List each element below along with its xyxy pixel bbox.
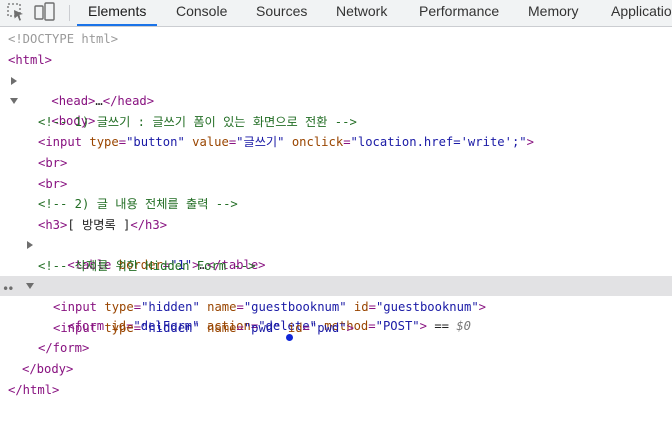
- attr-name: type: [104, 300, 134, 314]
- doctype-text: <!DOCTYPE html>: [8, 32, 119, 46]
- attr-name: onclick: [291, 135, 344, 149]
- dom-node-head[interactable]: <head>…</head>: [0, 71, 672, 108]
- attr-name: name: [207, 321, 237, 335]
- tag-close: >: [478, 300, 487, 314]
- form-close-tag: </form>: [38, 341, 90, 355]
- dom-node-form-selected[interactable]: •• <form id="delForm" action="delete" me…: [0, 276, 672, 333]
- input-open-tag: <input: [53, 300, 98, 314]
- tag-close: >: [346, 321, 354, 335]
- tag-close: >: [526, 135, 534, 149]
- tab-network[interactable]: Network: [336, 0, 387, 26]
- dom-node-comment-3[interactable]: <!-- 삭제를 위한 Hidden Form -->: [0, 256, 672, 276]
- collapse-arrow-icon[interactable]: [10, 98, 18, 104]
- attr-value: "guestbooknum": [243, 300, 347, 314]
- input-open-tag: <input: [38, 135, 83, 149]
- attr-name: value: [192, 135, 229, 149]
- tab-console[interactable]: Console: [176, 0, 227, 26]
- dom-node-input-hidden[interactable]: <input type="hidden" name="pwd" id="pwd"…: [0, 318, 672, 338]
- attr-value: "pwd": [243, 321, 281, 335]
- tab-sources[interactable]: Sources: [256, 0, 307, 26]
- dom-node-table[interactable]: <table border="1">…</table>: [0, 235, 672, 272]
- body-close-tag: </body>: [22, 362, 74, 376]
- html-close-tag: </html>: [8, 383, 60, 397]
- device-toolbar-icon[interactable]: [32, 0, 58, 26]
- dom-node-br[interactable]: <br>: [0, 153, 672, 173]
- attr-name: type: [104, 321, 134, 335]
- attr-name: name: [207, 300, 237, 314]
- expand-arrow-icon[interactable]: [27, 241, 33, 249]
- attr-value: "hidden": [141, 321, 200, 335]
- dom-node-html-close[interactable]: </html>: [0, 380, 672, 400]
- h3-close-tag: </h3>: [130, 218, 168, 232]
- tab-performance[interactable]: Performance: [419, 0, 499, 26]
- attr-name: id: [353, 300, 369, 314]
- dom-node-html[interactable]: <html>: [0, 50, 672, 70]
- attr-value: "pwd": [309, 321, 347, 335]
- h3-open-tag: <h3>: [38, 218, 68, 232]
- tab-memory[interactable]: Memory: [528, 0, 579, 26]
- html-open-tag: <html>: [8, 53, 53, 67]
- attr-name: type: [89, 135, 119, 149]
- attr-value: "button": [126, 135, 185, 149]
- input-open-tag: <input: [53, 321, 98, 335]
- collapse-arrow-icon[interactable]: [26, 283, 34, 289]
- br-tag: <br>: [38, 177, 68, 191]
- devtools-toolbar: Elements Console Sources Network Perform…: [0, 0, 672, 27]
- dom-node-doctype[interactable]: <!DOCTYPE html>: [0, 29, 672, 49]
- mouse-cursor-dot: [286, 334, 293, 341]
- attr-name: id: [287, 321, 303, 335]
- h3-text: [ 방명록 ]: [67, 218, 131, 232]
- dom-node-comment-1[interactable]: <!-- 1) 글쓰기 : 글쓰기 폼이 있는 화면으로 전환 -->: [0, 112, 672, 132]
- tab-application[interactable]: Applicatio: [611, 0, 672, 26]
- dom-node-body-close[interactable]: </body>: [0, 359, 672, 379]
- expand-arrow-icon[interactable]: [11, 77, 17, 85]
- br-tag: <br>: [38, 156, 68, 170]
- inspect-element-icon[interactable]: [4, 0, 30, 26]
- dom-node-input-button[interactable]: <input type="button" value="글쓰기" onclick…: [0, 132, 672, 152]
- dom-node-body[interactable]: <body>: [0, 91, 672, 128]
- dom-node-h3[interactable]: <h3>[ 방명록 ]</h3>: [0, 215, 672, 235]
- attr-value: "guestbooknum": [375, 300, 479, 314]
- dom-node-input-hidden[interactable]: <input type="hidden" name="guestbooknum"…: [0, 297, 672, 317]
- comment-text: <!-- 삭제를 위한 Hidden Form -->: [38, 259, 256, 273]
- comment-text: <!-- 2) 글 내용 전체를 출력 -->: [38, 197, 238, 211]
- toolbar-separator: [69, 5, 70, 21]
- attr-value: "글쓰기": [236, 135, 285, 149]
- tab-elements[interactable]: Elements: [77, 0, 158, 26]
- attr-value: "location.href='write';": [350, 135, 527, 149]
- dom-node-form-close[interactable]: </form>: [0, 338, 672, 358]
- dom-node-br[interactable]: <br>: [0, 174, 672, 194]
- more-actions-icon[interactable]: ••: [2, 279, 15, 299]
- dom-node-comment-2[interactable]: <!-- 2) 글 내용 전체를 출력 -->: [0, 194, 672, 214]
- comment-text: <!-- 1) 글쓰기 : 글쓰기 폼이 있는 화면으로 전환 -->: [38, 115, 357, 129]
- attr-value: "hidden": [141, 300, 200, 314]
